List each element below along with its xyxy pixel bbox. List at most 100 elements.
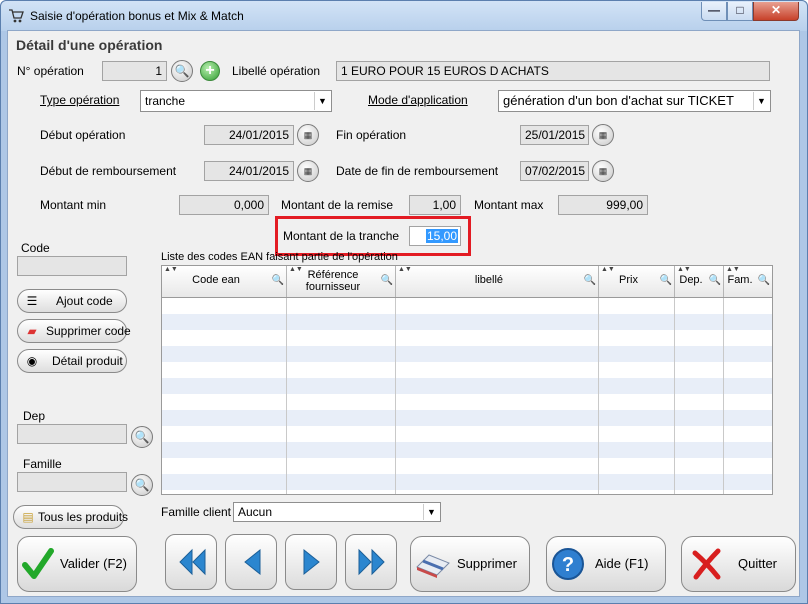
- table-row[interactable]: [162, 458, 772, 474]
- previous-record-button[interactable]: [225, 534, 277, 590]
- chevron-down-icon[interactable]: ▼: [314, 92, 330, 110]
- table-row[interactable]: [162, 346, 772, 362]
- search-icon[interactable]: 🔍: [131, 474, 153, 496]
- sort-icon: ▲▼: [726, 266, 740, 273]
- chevron-down-icon[interactable]: ▼: [753, 92, 769, 110]
- search-icon[interactable]: 🔍: [131, 426, 153, 448]
- libelle-label: Libellé opération: [232, 64, 321, 78]
- aide-button[interactable]: ? Aide (F1): [546, 536, 666, 592]
- debut-remboursement-field[interactable]: 24/01/2015: [204, 161, 294, 181]
- column-prix[interactable]: ▲▼ Prix 🔍: [599, 266, 675, 297]
- key-icon: 🔍: [757, 275, 770, 286]
- column-dep[interactable]: ▲▼ Dep. 🔍: [675, 266, 724, 297]
- maximize-icon: □: [736, 3, 744, 17]
- table-row[interactable]: [162, 314, 772, 330]
- type-value: tranche: [145, 94, 186, 108]
- famille-client-select[interactable]: Aucun ▼: [233, 502, 441, 522]
- montant-tranche-field[interactable]: 15,00: [409, 226, 461, 246]
- table-row[interactable]: [162, 394, 772, 410]
- column-libelle[interactable]: ▲▼ libellé 🔍: [396, 266, 599, 297]
- fin-remboursement-field[interactable]: 07/02/2015: [520, 161, 589, 181]
- add-icon[interactable]: +: [200, 61, 220, 81]
- close-icon: [692, 548, 721, 580]
- column-divider: [598, 298, 599, 494]
- table-row[interactable]: [162, 362, 772, 378]
- mode-select[interactable]: génération d'un bon d'achat sur TICKET ▼: [498, 90, 771, 112]
- mode-value: génération d'un bon d'achat sur TICKET: [503, 93, 734, 108]
- column-reference[interactable]: ▲▼ Référence fournisseur 🔍: [287, 266, 396, 297]
- section-title: Détail d'une opération: [16, 37, 163, 53]
- right-arrow-icon: [303, 548, 320, 576]
- montant-remise-label: Montant de la remise: [281, 198, 394, 212]
- list-icon: ☰: [26, 294, 38, 308]
- montant-min-field[interactable]: 0,000: [179, 195, 269, 215]
- table-row[interactable]: [162, 298, 772, 314]
- key-icon: 🔍: [271, 275, 284, 286]
- type-select[interactable]: tranche ▼: [140, 90, 332, 112]
- type-label: Type opération: [40, 93, 120, 107]
- cart-icon: [9, 9, 24, 23]
- sort-icon: ▲▼: [164, 266, 178, 273]
- calendar-icon[interactable]: ▦: [297, 160, 319, 182]
- fin-field[interactable]: 25/01/2015: [520, 125, 589, 145]
- column-divider: [286, 298, 287, 494]
- code-label: Code: [21, 241, 50, 255]
- column-divider: [395, 298, 396, 494]
- ajout-code-button[interactable]: ☰ Ajout code: [17, 289, 127, 313]
- numero-label: N° opération: [17, 64, 84, 78]
- last-record-button[interactable]: [345, 534, 397, 590]
- famille-client-value: Aucun: [238, 505, 273, 519]
- dep-field[interactable]: [17, 424, 127, 444]
- tous-produits-button[interactable]: ▤ Tous les produits: [13, 505, 128, 529]
- column-code-ean[interactable]: ▲▼ Code ean 🔍: [162, 266, 287, 297]
- supprimer-button[interactable]: Supprimer: [410, 536, 530, 592]
- key-icon: 🔍: [708, 275, 721, 286]
- table-row[interactable]: [162, 442, 772, 458]
- first-record-button[interactable]: [165, 534, 217, 590]
- supprimer-code-button[interactable]: ▰ Supprimer code: [17, 319, 131, 343]
- table-row[interactable]: [162, 410, 772, 426]
- maximize-button[interactable]: □: [727, 2, 753, 21]
- quitter-button[interactable]: Quitter: [681, 536, 796, 592]
- next-record-button[interactable]: [285, 534, 337, 590]
- key-icon: 🔍: [583, 275, 596, 286]
- close-icon: ✕: [770, 3, 782, 17]
- search-icon[interactable]: 🔍: [171, 60, 193, 82]
- numero-field[interactable]: 1: [102, 61, 167, 81]
- fin-label: Fin opération: [336, 128, 407, 142]
- column-fam[interactable]: ▲▼ Fam. 🔍: [724, 266, 772, 297]
- montant-remise-field[interactable]: 1,00: [409, 195, 461, 215]
- left-arrow-icon: [244, 548, 261, 576]
- dep-label: Dep: [23, 409, 46, 423]
- check-icon: [22, 548, 54, 579]
- calendar-icon[interactable]: ▦: [592, 124, 614, 146]
- calendar-icon[interactable]: ▦: [297, 124, 319, 146]
- fin-remboursement-label: Date de fin de remboursement: [336, 164, 499, 178]
- calendar-icon[interactable]: ▦: [592, 160, 614, 182]
- title-bar: Saisie d'opération bonus et Mix & Match …: [1, 1, 807, 31]
- ean-grid[interactable]: ▲▼ Code ean 🔍 ▲▼ Référence fournisseur 🔍…: [161, 265, 773, 495]
- famille-field[interactable]: [17, 472, 127, 492]
- table-row[interactable]: [162, 474, 772, 490]
- debut-remboursement-label: Début de remboursement: [40, 164, 177, 178]
- help-icon: ?: [552, 548, 584, 580]
- mode-label: Mode d'application: [368, 93, 468, 107]
- close-button[interactable]: ✕: [753, 2, 799, 21]
- libelle-field[interactable]: 1 EURO POUR 15 EUROS D ACHATS: [336, 61, 770, 81]
- table-row[interactable]: [162, 330, 772, 346]
- valider-button[interactable]: Valider (F2): [17, 536, 137, 592]
- table-row[interactable]: [162, 378, 772, 394]
- window-title: Saisie d'opération bonus et Mix & Match: [30, 9, 244, 23]
- document-icon: ▤: [22, 510, 34, 524]
- column-divider: [674, 298, 675, 494]
- chevron-down-icon[interactable]: ▼: [423, 504, 439, 520]
- debut-field[interactable]: 24/01/2015: [204, 125, 294, 145]
- grid-caption: Liste des codes EAN faisant partie de l'…: [161, 251, 398, 263]
- table-row[interactable]: [162, 426, 772, 442]
- detail-produit-button[interactable]: ◉ Détail produit: [17, 349, 127, 373]
- double-right-arrow-icon: [358, 548, 385, 576]
- montant-max-field[interactable]: 999,00: [558, 195, 648, 215]
- column-divider: [723, 298, 724, 494]
- code-field[interactable]: [17, 256, 127, 276]
- minimize-button[interactable]: —: [701, 2, 727, 21]
